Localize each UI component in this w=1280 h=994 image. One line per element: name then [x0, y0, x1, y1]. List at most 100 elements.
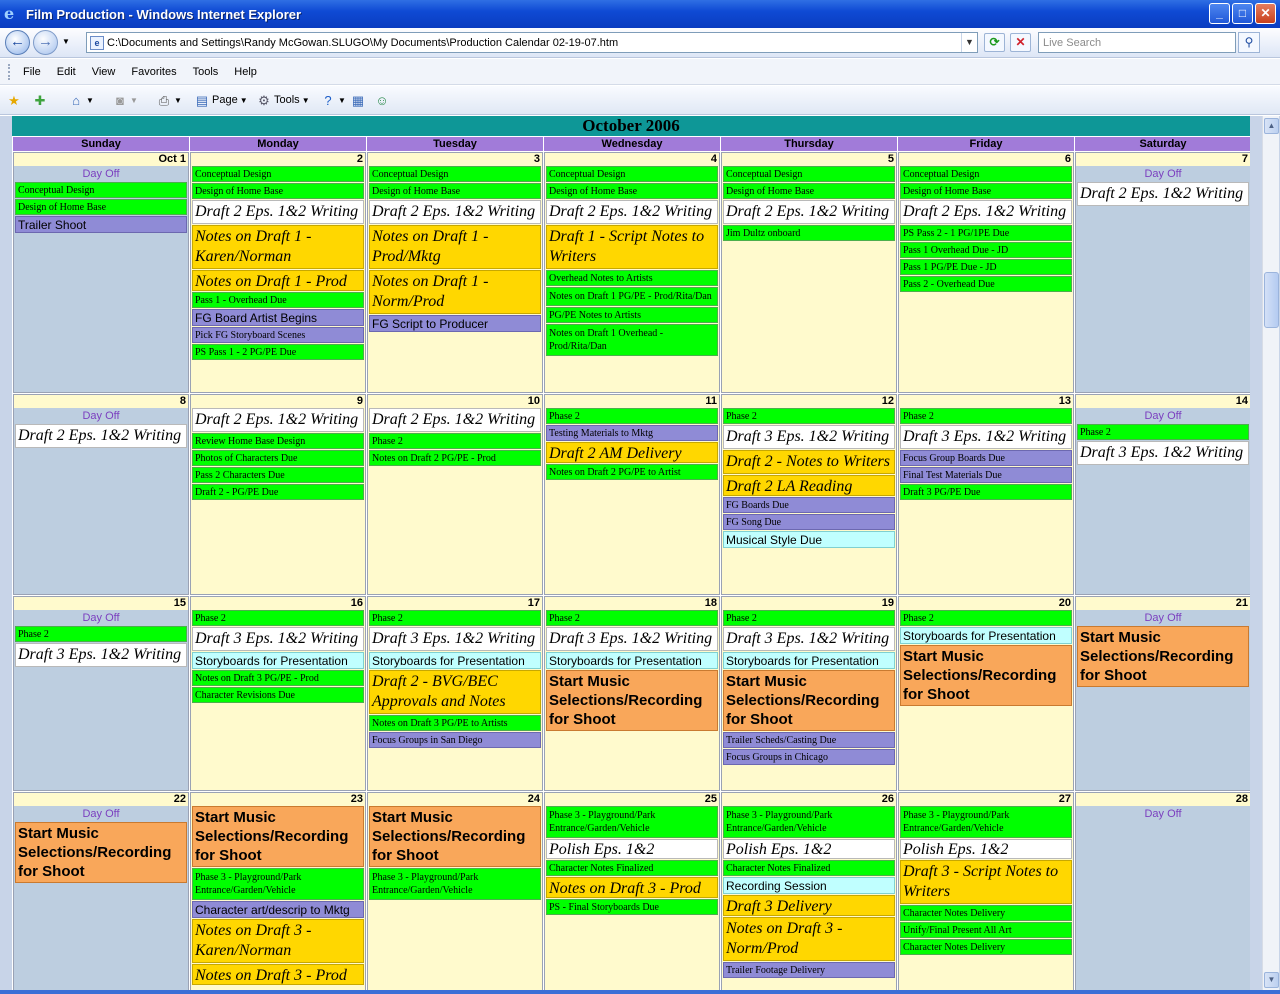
calendar-event[interactable]: Phase 2: [546, 610, 718, 626]
add-favorite-icon[interactable]: ✚: [32, 93, 48, 109]
calendar-event[interactable]: Polish Eps. 1&2: [723, 839, 895, 859]
calendar-event[interactable]: Pass 1 - Overhead Due: [192, 292, 364, 308]
calendar-event[interactable]: Start Music Selections/Recording for Sho…: [546, 670, 718, 731]
menu-tools[interactable]: Tools: [185, 66, 227, 78]
calendar-event[interactable]: Focus Group Boards Due: [900, 450, 1072, 466]
calendar-event[interactable]: Draft 2 Eps. 1&2 Writing: [15, 424, 187, 448]
calendar-event[interactable]: Phase 3 - Playground/Park Entrance/Garde…: [900, 806, 1072, 838]
calendar-event[interactable]: Phase 2: [192, 610, 364, 626]
calendar-event[interactable]: Pass 2 - Overhead Due: [900, 276, 1072, 292]
calendar-event[interactable]: Phase 2: [900, 610, 1072, 626]
calendar-event[interactable]: Draft 2 Eps. 1&2 Writing: [1077, 182, 1249, 206]
calendar-event[interactable]: Design of Home Base: [900, 183, 1072, 199]
menu-view[interactable]: View: [84, 66, 124, 78]
calendar-event[interactable]: Recording Session: [723, 877, 895, 894]
search-button[interactable]: ⚲: [1238, 32, 1260, 53]
calendar-event[interactable]: Draft 2 Eps. 1&2 Writing: [900, 200, 1072, 224]
calendar-event[interactable]: Overhead Notes to Artists: [546, 270, 718, 286]
calendar-event[interactable]: Draft 1 - Script Notes to Writers: [546, 225, 718, 269]
calendar-event[interactable]: Draft 2 Eps. 1&2 Writing: [369, 200, 541, 224]
calendar-event[interactable]: Draft 2 Eps. 1&2 Writing: [723, 200, 895, 224]
home-dropdown-icon[interactable]: ▼: [86, 91, 94, 110]
help-icon[interactable]: ?: [320, 93, 336, 109]
calendar-event[interactable]: Notes on Draft 3 - Karen/Norman: [192, 919, 364, 963]
calendar-event[interactable]: Photos of Characters Due: [192, 450, 364, 466]
calendar-event[interactable]: Phase 2: [900, 408, 1072, 424]
page-menu-button[interactable]: ▤ Page ▼: [194, 91, 248, 110]
calendar-event[interactable]: Phase 2: [369, 610, 541, 626]
messenger-icon[interactable]: ☺: [374, 93, 390, 109]
calendar-event[interactable]: Conceptual Design: [723, 166, 895, 182]
scroll-up-arrow-icon[interactable]: ▲: [1264, 118, 1279, 134]
calendar-event[interactable]: Conceptual Design: [15, 182, 187, 198]
calendar-event[interactable]: Draft 3 Eps. 1&2 Writing: [15, 643, 187, 667]
calendar-event[interactable]: Character Notes Finalized: [546, 860, 718, 876]
menu-favorites[interactable]: Favorites: [123, 66, 184, 78]
calendar-event[interactable]: Unify/Final Present All Art: [900, 922, 1072, 938]
calendar-event[interactable]: Final Test Materials Due: [900, 467, 1072, 483]
calendar-event[interactable]: Storyboards for Presentation: [192, 652, 364, 669]
search-input[interactable]: Live Search: [1038, 32, 1236, 53]
calendar-event[interactable]: Notes on Draft 3 PG/PE to Artists: [369, 715, 541, 731]
calendar-event[interactable]: Trailer Footage Delivery: [723, 962, 895, 978]
calendar-event[interactable]: FG Song Due: [723, 514, 895, 530]
calendar-event[interactable]: Draft 2 Eps. 1&2 Writing: [546, 200, 718, 224]
calendar-event[interactable]: Design of Home Base: [723, 183, 895, 199]
maximize-button[interactable]: □: [1232, 3, 1253, 24]
calendar-event[interactable]: Draft 2 LA Reading: [723, 475, 895, 496]
menu-help[interactable]: Help: [226, 66, 265, 78]
calendar-event[interactable]: Phase 2: [1077, 424, 1249, 440]
stop-button[interactable]: ✕: [1010, 33, 1031, 52]
calendar-event[interactable]: Start Music Selections/Recording for Sho…: [1077, 626, 1249, 687]
calendar-event[interactable]: Notes on Draft 3 PG/PE - Prod: [192, 670, 364, 686]
calendar-event[interactable]: Pass 1 PG/PE Due - JD: [900, 259, 1072, 275]
scroll-down-arrow-icon[interactable]: ▼: [1264, 972, 1279, 988]
calendar-event[interactable]: Draft 2 Eps. 1&2 Writing: [192, 408, 364, 432]
calendar-event[interactable]: Pick FG Storyboard Scenes: [192, 327, 364, 343]
help-dropdown-icon[interactable]: ▼: [338, 91, 346, 110]
calendar-event[interactable]: PG/PE Notes to Artists: [546, 307, 718, 323]
calendar-event[interactable]: Notes on Draft 2 PG/PE - Prod: [369, 450, 541, 466]
menu-edit[interactable]: Edit: [49, 66, 84, 78]
calendar-event[interactable]: Draft 3 Eps. 1&2 Writing: [723, 627, 895, 651]
calendar-event[interactable]: Notes on Draft 1 PG/PE - Prod/Rita/Dan: [546, 287, 718, 306]
calendar-event[interactable]: Storyboards for Presentation: [900, 627, 1072, 644]
menu-file[interactable]: File: [15, 66, 49, 78]
calendar-event[interactable]: Musical Style Due: [723, 531, 895, 548]
calendar-event[interactable]: Draft 2 Eps. 1&2 Writing: [192, 200, 364, 224]
calendar-event[interactable]: PS Pass 2 - 1 PG/1PE Due: [900, 225, 1072, 241]
calendar-event[interactable]: Storyboards for Presentation: [369, 652, 541, 669]
calendar-event[interactable]: Phase 2: [369, 433, 541, 449]
print-dropdown-icon[interactable]: ▼: [174, 91, 182, 110]
calendar-event[interactable]: Phase 3 - Playground/Park Entrance/Garde…: [723, 806, 895, 838]
calendar-event[interactable]: Storyboards for Presentation: [723, 652, 895, 669]
calendar-event[interactable]: Character Notes Delivery: [900, 939, 1072, 955]
calendar-event[interactable]: Pass 1 Overhead Due - JD: [900, 242, 1072, 258]
calendar-event[interactable]: Draft 2 Eps. 1&2 Writing: [369, 408, 541, 432]
close-button[interactable]: ✕: [1255, 3, 1276, 24]
calendar-event[interactable]: Character art/descrip to Mktg: [192, 901, 364, 918]
calendar-event[interactable]: Phase 3 - Playground/Park Entrance/Garde…: [546, 806, 718, 838]
calendar-event[interactable]: Draft 3 Eps. 1&2 Writing: [192, 627, 364, 651]
address-field[interactable]: e C:\Documents and Settings\Randy McGowa…: [86, 32, 978, 53]
calendar-event[interactable]: Conceptual Design: [192, 166, 364, 182]
forward-button[interactable]: →: [33, 30, 58, 55]
calendar-event[interactable]: Design of Home Base: [192, 183, 364, 199]
calendar-event[interactable]: Start Music Selections/Recording for Sho…: [900, 645, 1072, 706]
feeds-dropdown-icon[interactable]: ▼: [130, 91, 138, 110]
calendar-event[interactable]: Trailer Scheds/Casting Due: [723, 732, 895, 748]
calendar-event[interactable]: Conceptual Design: [900, 166, 1072, 182]
history-dropdown-icon[interactable]: ▼: [62, 37, 70, 46]
calendar-event[interactable]: Character Notes Finalized: [723, 860, 895, 876]
calendar-event[interactable]: Start Music Selections/Recording for Sho…: [723, 670, 895, 731]
calendar-event[interactable]: Draft 2 - PG/PE Due: [192, 484, 364, 500]
calendar-event[interactable]: Draft 3 Eps. 1&2 Writing: [900, 425, 1072, 449]
calendar-event[interactable]: Testing Materials to Mktg: [546, 425, 718, 441]
calendar-event[interactable]: Review Home Base Design: [192, 433, 364, 449]
research-icon[interactable]: ▦: [350, 93, 366, 109]
back-button[interactable]: ←: [5, 30, 30, 55]
calendar-event[interactable]: Notes on Draft 1 - Norm/Prod: [369, 270, 541, 314]
print-icon[interactable]: ⎙: [156, 93, 172, 109]
calendar-event[interactable]: Design of Home Base: [15, 199, 187, 215]
calendar-event[interactable]: Jim Dultz onboard: [723, 225, 895, 241]
